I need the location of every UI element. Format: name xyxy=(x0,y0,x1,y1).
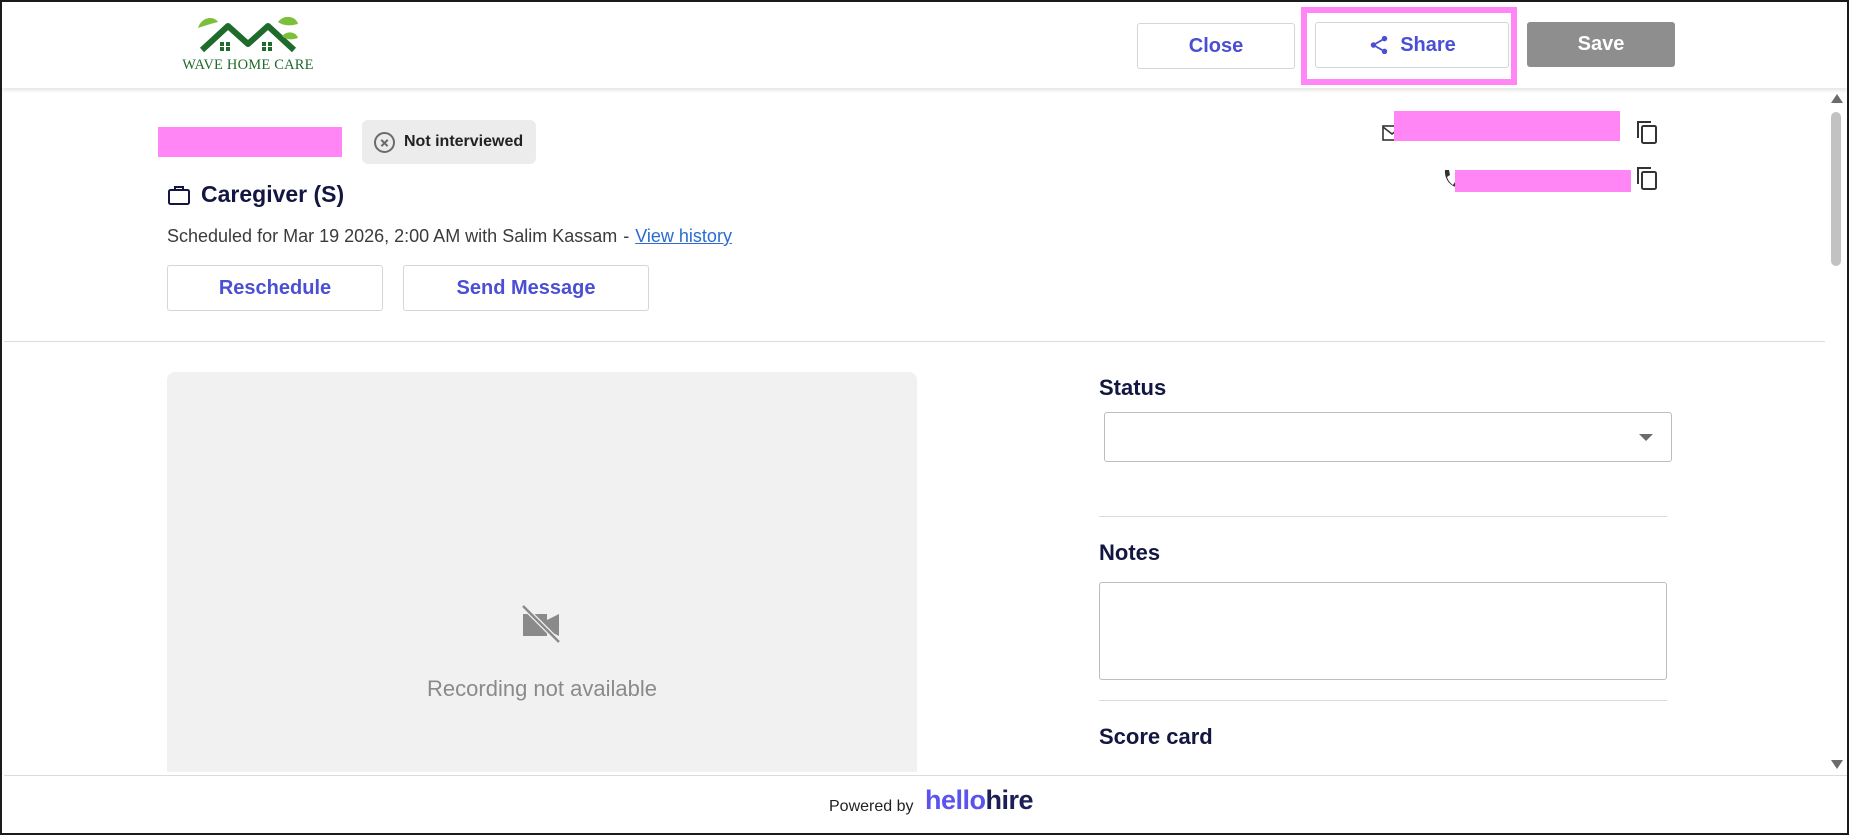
status-dropdown[interactable] xyxy=(1104,412,1672,462)
schedule-text: Scheduled for Mar 19 2026, 2:00 AM with … xyxy=(167,226,618,246)
scroll-up-arrow-icon[interactable] xyxy=(1831,94,1843,103)
share-button[interactable]: Share xyxy=(1315,22,1509,68)
scorecard-title: Score card xyxy=(1099,724,1213,749)
copy-icon[interactable] xyxy=(1636,166,1658,190)
app-window: WAVE HOME CARE Close Share Save Not inte… xyxy=(0,0,1849,835)
schedule-info: Scheduled for Mar 19 2026, 2:00 AM with … xyxy=(167,226,732,247)
candidate-name-redacted xyxy=(158,127,342,157)
reschedule-button-label: Reschedule xyxy=(218,276,332,299)
vertical-scrollbar[interactable] xyxy=(1825,88,1847,775)
logo-house-icon xyxy=(198,16,298,53)
divider xyxy=(1099,700,1667,701)
save-button[interactable]: Save xyxy=(1527,22,1675,67)
email-redacted xyxy=(1394,111,1620,141)
notes-title: Notes xyxy=(1099,540,1161,565)
view-history-link[interactable]: View history xyxy=(635,226,732,246)
briefcase-icon xyxy=(168,185,190,205)
powered-by-text: Powered by xyxy=(829,798,914,815)
status-badge: Not interviewed xyxy=(362,120,536,164)
section-divider xyxy=(4,341,1825,342)
chevron-down-icon xyxy=(1639,434,1653,441)
video-off-icon xyxy=(521,604,561,644)
top-bar: WAVE HOME CARE Close Share Save xyxy=(2,2,1847,88)
brand-hire: hire xyxy=(985,785,1034,815)
phone-redacted xyxy=(1455,170,1631,192)
brand-logo: hellohire xyxy=(925,785,1034,816)
company-logo: WAVE HOME CARE xyxy=(178,14,318,76)
save-button-label: Save xyxy=(1577,33,1625,55)
footer: Powered by hellohire xyxy=(4,775,1847,833)
brand-hello: hello xyxy=(925,785,986,815)
scroll-thumb[interactable] xyxy=(1831,112,1841,266)
recording-unavailable-text: Recording not available xyxy=(427,676,657,701)
copy-icon[interactable] xyxy=(1636,120,1658,144)
send-message-button[interactable]: Send Message xyxy=(403,265,649,311)
reschedule-button[interactable]: Reschedule xyxy=(167,265,383,311)
recording-panel: Recording not available xyxy=(167,372,917,772)
close-button-label: Close xyxy=(1188,34,1244,57)
send-message-button-label: Send Message xyxy=(456,276,596,299)
status-badge-label: Not interviewed xyxy=(404,133,524,150)
logo-text: WAVE HOME CARE xyxy=(182,57,314,73)
share-icon xyxy=(1370,35,1388,55)
status-title: Status xyxy=(1099,375,1167,400)
schedule-separator: - xyxy=(623,226,630,246)
close-button[interactable]: Close xyxy=(1137,23,1295,69)
job-title: Caregiver (S) xyxy=(167,181,344,208)
x-circle-icon xyxy=(374,131,395,153)
scroll-down-arrow-icon[interactable] xyxy=(1831,760,1843,769)
notes-textarea[interactable] xyxy=(1099,582,1667,680)
share-button-label: Share xyxy=(1400,33,1456,56)
job-title-text: Caregiver (S) xyxy=(201,181,345,207)
divider xyxy=(1099,516,1667,517)
